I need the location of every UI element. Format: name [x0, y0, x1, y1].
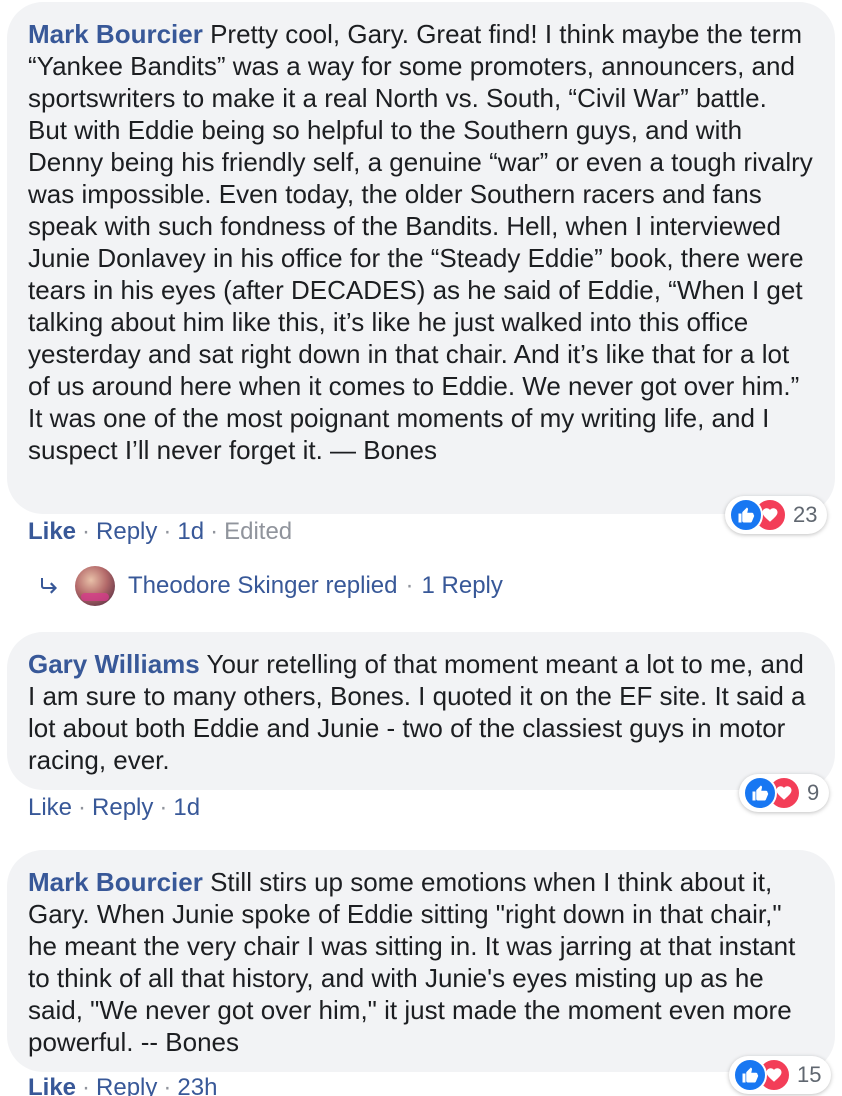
- reaction-count: 23: [793, 502, 818, 527]
- reply-link[interactable]: Reply: [96, 518, 157, 545]
- comment-actions: Like · Reply · 23h: [28, 1074, 217, 1096]
- like-link[interactable]: Like: [28, 518, 76, 545]
- like-icon: [733, 1058, 767, 1092]
- comment-1: Mark Bourcier Pretty cool, Gary. Great f…: [7, 2, 835, 545]
- avatar[interactable]: [75, 566, 115, 606]
- comment-thread: Mark Bourcier Pretty cool, Gary. Great f…: [0, 0, 842, 1096]
- timestamp[interactable]: 1d: [173, 794, 200, 821]
- like-link[interactable]: Like: [28, 794, 72, 821]
- reply-arrow-icon: [41, 578, 57, 594]
- comment-3: Mark Bourcier Still stirs up some emotio…: [7, 850, 835, 1096]
- reaction-summary[interactable]: 15: [729, 1056, 832, 1094]
- reaction-count: 9: [807, 780, 820, 805]
- replied-by-text[interactable]: Theodore Skinger replied: [128, 572, 398, 600]
- view-replies-row[interactable]: Theodore Skinger replied · 1 Reply: [37, 566, 503, 606]
- comment-2: Gary Williams Your retelling of that mom…: [7, 632, 835, 821]
- timestamp[interactable]: 1d: [177, 518, 204, 545]
- reaction-summary[interactable]: 9: [739, 774, 830, 812]
- like-link[interactable]: Like: [28, 1074, 76, 1096]
- comment-actions: Like · Reply · 1d: [28, 794, 201, 821]
- edited-label[interactable]: Edited: [224, 518, 292, 545]
- comment-bubble: Mark Bourcier Pretty cool, Gary. Great f…: [7, 2, 835, 534]
- comment-bubble: Mark Bourcier Still stirs up some emotio…: [7, 850, 835, 1094]
- reaction-count: 15: [797, 1062, 822, 1087]
- comment-text: Pretty cool, Gary. Great find! I think m…: [28, 19, 813, 465]
- timestamp[interactable]: 23h: [177, 1074, 217, 1096]
- comment-author[interactable]: Gary Williams: [28, 649, 200, 679]
- comment-bubble: Gary Williams Your retelling of that mom…: [7, 632, 835, 812]
- like-icon: [743, 776, 777, 810]
- like-icon: [729, 498, 763, 532]
- reply-link[interactable]: Reply: [92, 794, 153, 821]
- comment-actions: Like · Reply · 1d · Edited: [28, 518, 293, 545]
- reaction-summary[interactable]: 23: [725, 496, 828, 534]
- reply-link[interactable]: Reply: [96, 1074, 157, 1096]
- comment-author[interactable]: Mark Bourcier: [28, 867, 203, 897]
- reply-count-link[interactable]: 1 Reply: [422, 572, 503, 600]
- comment-author[interactable]: Mark Bourcier: [28, 19, 203, 49]
